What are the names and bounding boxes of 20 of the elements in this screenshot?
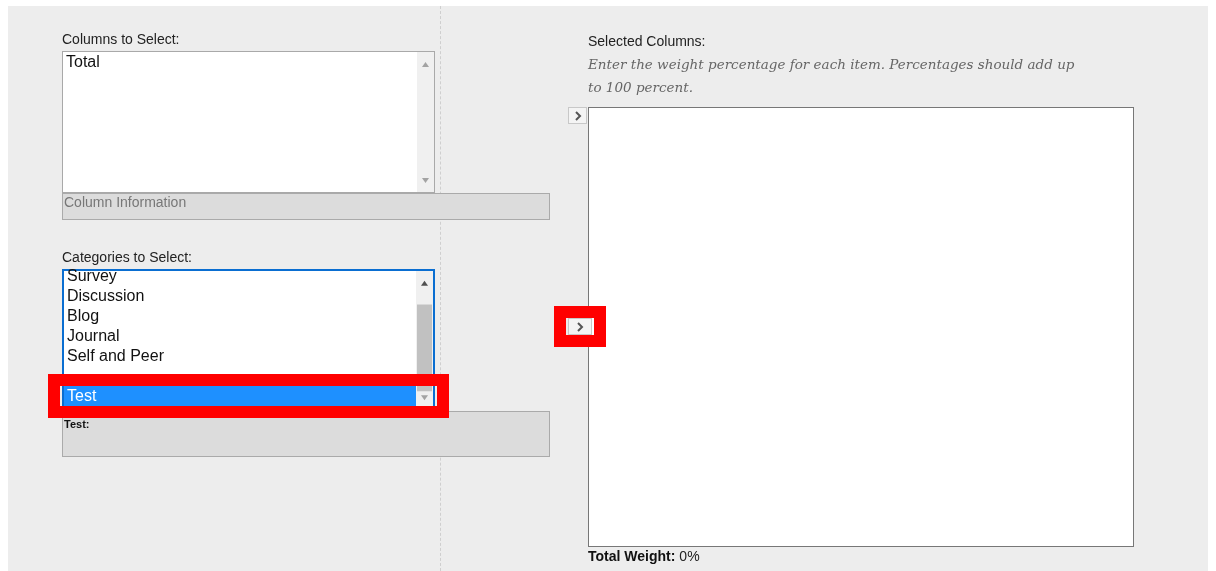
info-label: Column Information [63, 194, 188, 210]
total-weight-value: 0% [679, 548, 700, 564]
list-option[interactable]: Self and Peer [64, 346, 416, 366]
scrollbar[interactable] [417, 52, 434, 192]
section-label: Columns to Select: [62, 30, 181, 49]
instructions-text: Enter the weight percentage for each item. Percentages should add up to 100 percent. [587, 55, 1076, 97]
chevron-icon [576, 321, 584, 332]
move-button[interactable] [568, 107, 587, 124]
list-option[interactable]: Blog [64, 306, 416, 326]
info-detail: Test: [63, 417, 91, 430]
list-option[interactable]: Total [63, 52, 417, 72]
list-option[interactable]: Survey [64, 266, 416, 286]
total-weight-label: Total Weight: [588, 548, 676, 564]
list-option[interactable]: Journal [64, 326, 416, 346]
list-option[interactable]: Discussion [64, 286, 416, 306]
chevron-icon [573, 110, 582, 121]
section-label: Categories to Select: [62, 248, 193, 267]
move-button[interactable] [568, 318, 592, 335]
list-box[interactable]: Total [62, 51, 435, 193]
section-label: Selected Columns: [587, 32, 707, 51]
